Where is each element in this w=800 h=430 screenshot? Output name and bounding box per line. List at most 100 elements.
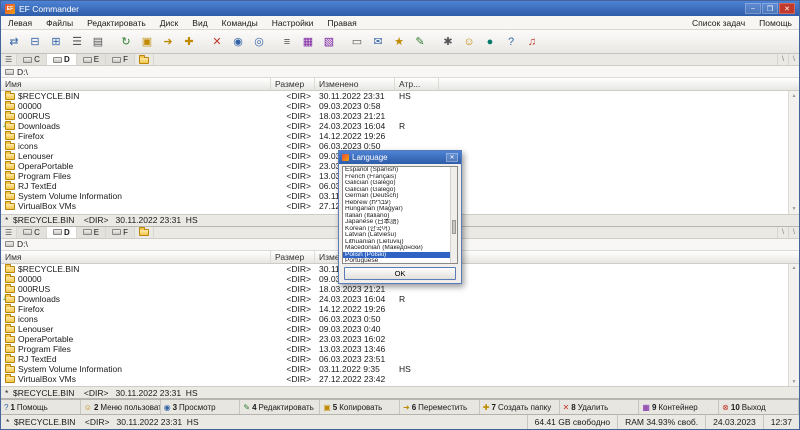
drive-tab[interactable]: D — [46, 54, 77, 65]
favorites-button[interactable]: ★ — [389, 32, 409, 52]
scroll-down-icon[interactable]: ▼ — [789, 205, 799, 214]
help-button[interactable]: ? — [501, 32, 521, 52]
f8-delete-button[interactable]: ✕ 8 Удалить — [560, 400, 640, 414]
folder-icon — [5, 353, 15, 363]
search-button[interactable]: ◉ — [228, 32, 248, 52]
drive-tab[interactable]: C — [17, 54, 47, 65]
file-row[interactable]: Downloads <DIR> 24.03.2023 16:04 R — [1, 121, 788, 131]
panel-menu-icon[interactable]: ☰ — [1, 226, 18, 238]
drive-tab[interactable]: E — [76, 54, 107, 65]
dialog-scrollbar[interactable] — [450, 167, 457, 263]
horizontal-split-button[interactable]: ⊟ — [25, 32, 45, 52]
column-header[interactable]: Имя — [1, 250, 271, 263]
column-header[interactable]: Размер — [271, 250, 315, 263]
pane-corner-button[interactable]: \ — [777, 54, 788, 65]
file-row[interactable]: 00000 <DIR> 09.03.2023 0:58 — [1, 101, 788, 111]
file-row[interactable]: Firefox <DIR> 14.12.2022 19:26 — [1, 131, 788, 141]
dialog-close-icon[interactable]: ✕ — [446, 153, 458, 162]
column-header[interactable]: Имя — [1, 78, 271, 90]
menu-item[interactable]: Список задач — [685, 16, 752, 29]
file-row[interactable]: Lenouser <DIR> 09.03.2023 0:40 — [1, 323, 788, 334]
f4-edit-button[interactable]: ✎ 4 Редактировать — [240, 400, 321, 414]
settings-button[interactable]: ✱ — [438, 32, 458, 52]
f7-mkdir-button[interactable]: ✚ 7 Создать папку — [480, 400, 560, 414]
file-row[interactable]: OperaPortable <DIR> 23.03.2023 16:02 — [1, 333, 788, 344]
panel-menu-icon[interactable]: ☰ — [1, 54, 18, 65]
multimedia-button[interactable]: ♫ — [522, 32, 542, 52]
column-header[interactable]: Размер — [271, 78, 315, 90]
ok-button[interactable]: OK — [344, 267, 456, 280]
close-icon[interactable]: ✕ — [779, 3, 795, 14]
menu-item[interactable]: Левая — [1, 16, 39, 29]
f5-copy-button[interactable]: ▣ 5 Копировать — [320, 400, 400, 414]
file-row[interactable]: Program Files <DIR> 13.03.2023 13:46 — [1, 343, 788, 354]
scrollbar[interactable]: ▲ ▼ — [788, 263, 799, 386]
f3-view-button[interactable]: ◉ 3 Просмотр — [161, 400, 241, 414]
folder-icon — [5, 91, 15, 100]
file-row[interactable]: 000RUS <DIR> 18.03.2023 21:21 — [1, 283, 788, 294]
file-row[interactable]: Firefox <DIR> 14.12.2022 19:26 — [1, 303, 788, 314]
pane-corner-button[interactable]: \ — [777, 226, 788, 238]
scrollbar[interactable]: ▲ ▼ — [788, 91, 799, 214]
drive-tab[interactable]: E — [76, 226, 107, 238]
menu-item[interactable]: Команды — [215, 16, 265, 29]
file-row[interactable]: VirtualBox VMs <DIR> 27.12.2022 23:42 — [1, 373, 788, 384]
file-row[interactable]: $RECYCLE.BIN <DIR> 30.11.2022 23:31 HS — [1, 91, 788, 101]
scroll-down-icon[interactable]: ▼ — [789, 377, 799, 386]
menu-item[interactable]: Диск — [153, 16, 185, 29]
file-row[interactable]: icons <DIR> 06.03.2023 0:50 — [1, 313, 788, 324]
f9-container-button[interactable]: ▦ 9 Контейнер — [639, 400, 720, 414]
copy-button[interactable]: ▣ — [137, 32, 157, 52]
swap-panes-button[interactable]: ⇄ — [4, 32, 24, 52]
drive-tab[interactable]: C — [17, 226, 47, 238]
vertical-split-button[interactable]: ⊞ — [46, 32, 66, 52]
column-header[interactable]: Изменено — [315, 78, 395, 90]
world-button[interactable]: ● — [480, 32, 500, 52]
folder-tree-button[interactable]: ☰ — [67, 32, 87, 52]
file-row[interactable]: 000RUS <DIR> 18.03.2023 21:21 — [1, 111, 788, 121]
find-files-button[interactable]: ◎ — [249, 32, 269, 52]
refresh-button[interactable]: ↻ — [116, 32, 136, 52]
f6-move-button[interactable]: ➜ 6 Переместить — [400, 400, 480, 414]
pane-corner-button[interactable]: \ — [788, 54, 799, 65]
menu-item[interactable]: Вид — [185, 16, 214, 29]
file-row[interactable]: Downloads <DIR> 24.03.2023 16:04 R — [1, 293, 788, 304]
menu-item[interactable]: Правая — [320, 16, 363, 29]
language-option[interactable]: Portuguese — [343, 258, 450, 263]
scroll-up-icon[interactable]: ▲ — [789, 264, 799, 273]
scrollbar-thumb[interactable] — [452, 219, 456, 234]
file-row[interactable]: RJ TextEd <DIR> 06.03.2023 23:51 — [1, 353, 788, 364]
pane-corner-button[interactable]: \ — [788, 226, 799, 238]
maximize-icon[interactable]: ❒ — [762, 3, 778, 14]
menu-item[interactable]: Редактировать — [80, 16, 153, 29]
f1-help-button[interactable]: ? 1 Помощь — [1, 400, 81, 414]
menu-item[interactable]: Файлы — [39, 16, 80, 29]
f10-exit-button[interactable]: ⊗ 10 Выход — [719, 400, 799, 414]
move-button[interactable]: ➜ — [158, 32, 178, 52]
edit-button[interactable]: ✎ — [410, 32, 430, 52]
drive-tab[interactable]: F — [106, 226, 135, 238]
mail-button[interactable]: ✉ — [368, 32, 388, 52]
column-header[interactable]: Атр... — [395, 78, 439, 90]
drive-tab[interactable]: D — [46, 226, 77, 238]
file-modified: 09.03.2023 0:40 — [319, 323, 381, 334]
path-bar[interactable]: D:\ — [1, 66, 799, 78]
delete-button[interactable]: ✕ — [207, 32, 227, 52]
drive-tab[interactable]: F — [106, 54, 135, 65]
new-tab-folder-button[interactable] — [135, 226, 154, 238]
print-button[interactable]: ▭ — [347, 32, 367, 52]
f2-user-menu-button[interactable]: ☺ 2 Меню пользователя — [81, 400, 161, 414]
new-folder-button[interactable]: ✚ — [179, 32, 199, 52]
quick-view-button[interactable]: ▤ — [88, 32, 108, 52]
scroll-up-icon[interactable]: ▲ — [789, 91, 799, 100]
new-tab-folder-button[interactable] — [135, 54, 154, 65]
user-menu-button[interactable]: ☺ — [459, 32, 479, 52]
pack-button[interactable]: ▦ — [298, 32, 318, 52]
menu-item[interactable]: Настройки — [265, 16, 321, 29]
file-row[interactable]: System Volume Information <DIR> 03.11.20… — [1, 363, 788, 374]
minimize-icon[interactable]: – — [745, 3, 761, 14]
file-name: Program Files — [18, 343, 71, 354]
unpack-button[interactable]: ▧ — [319, 32, 339, 52]
compare-button[interactable]: ≡ — [277, 32, 297, 52]
menu-item[interactable]: Помощь — [752, 16, 799, 29]
